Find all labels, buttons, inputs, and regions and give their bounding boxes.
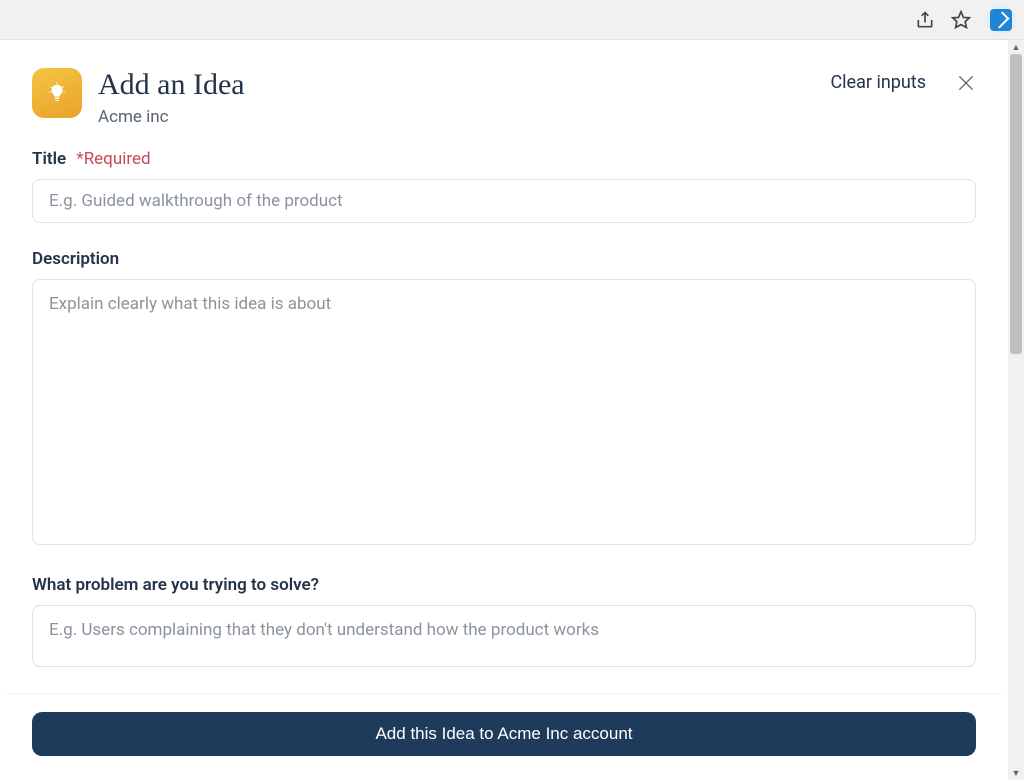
modal-footer: Add this Idea to Acme Inc account bbox=[4, 693, 1004, 780]
title-input[interactable] bbox=[32, 179, 976, 223]
scroll-up-arrow-icon[interactable]: ▲ bbox=[1008, 40, 1024, 54]
extension-icon[interactable] bbox=[986, 5, 1016, 35]
description-input[interactable] bbox=[32, 279, 976, 545]
scroll-thumb[interactable] bbox=[1010, 54, 1022, 354]
description-label: Description bbox=[32, 249, 119, 269]
add-idea-modal: Add an Idea Acme inc Clear inputs Title … bbox=[4, 40, 1004, 780]
problem-field-group: What problem are you trying to solve? bbox=[32, 575, 976, 671]
modal-subtitle: Acme inc bbox=[98, 107, 245, 127]
clear-inputs-button[interactable]: Clear inputs bbox=[830, 72, 926, 93]
problem-label: What problem are you trying to solve? bbox=[32, 575, 319, 595]
problem-input[interactable] bbox=[32, 605, 976, 667]
title-field-group: Title *Required bbox=[32, 149, 976, 223]
title-label: Title bbox=[32, 149, 66, 169]
share-icon[interactable] bbox=[914, 9, 936, 31]
lightbulb-icon bbox=[32, 68, 82, 118]
scroll-track[interactable] bbox=[1008, 54, 1024, 766]
star-icon[interactable] bbox=[950, 9, 972, 31]
submit-button[interactable]: Add this Idea to Acme Inc account bbox=[32, 712, 976, 756]
browser-toolbar bbox=[0, 0, 1024, 40]
page-scrollbar[interactable]: ▲ ▼ bbox=[1008, 40, 1024, 780]
modal-header: Add an Idea Acme inc Clear inputs bbox=[32, 68, 976, 127]
close-icon[interactable] bbox=[956, 73, 976, 93]
scroll-down-arrow-icon[interactable]: ▼ bbox=[1008, 766, 1024, 780]
modal-title: Add an Idea bbox=[98, 68, 245, 101]
description-field-group: Description bbox=[32, 249, 976, 549]
required-mark: *Required bbox=[76, 149, 150, 169]
